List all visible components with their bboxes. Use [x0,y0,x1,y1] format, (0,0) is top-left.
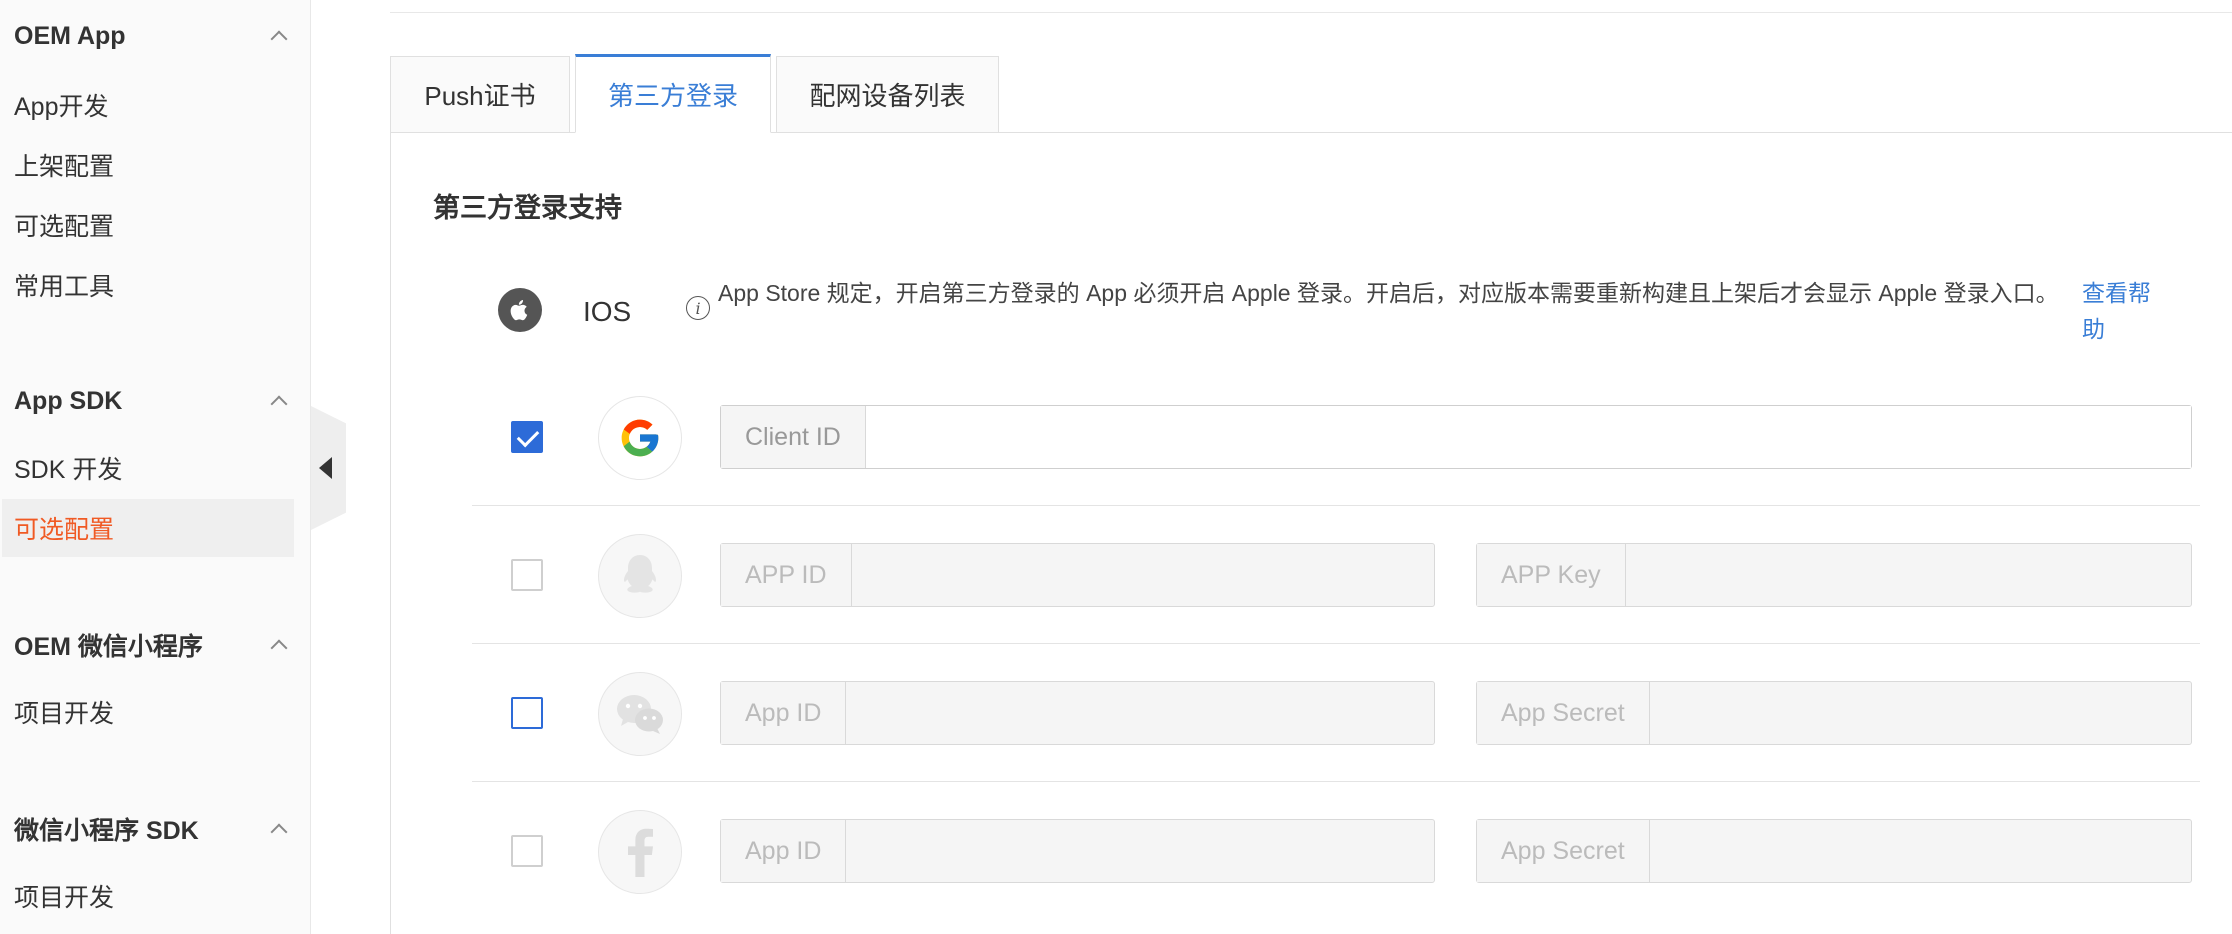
sidebar-group-app-sdk[interactable]: App SDK [0,376,311,426]
tab-third-party-login[interactable]: 第三方登录 [575,54,771,133]
qq-app-id-field[interactable]: APP ID [720,543,1435,607]
app-id-label: App ID [721,682,847,744]
tab-push-cert[interactable]: Push证书 [390,56,570,133]
chevron-up-icon[interactable] [270,395,288,413]
sidebar-group-title: 微信小程序 SDK [14,817,199,845]
sidebar-item-app-dev[interactable]: App开发 [2,76,294,134]
sidebar-item-project-dev[interactable]: 项目开发 [2,867,294,925]
wechat-app-secret-field[interactable]: App Secret [1476,681,2192,745]
google-icon [598,396,682,480]
sidebar-group-wechat-mini-sdk[interactable]: 微信小程序 SDK [0,804,311,854]
sidebar-group-title: App SDK [14,386,123,415]
sidebar-item-sdk-optional-config[interactable]: 可选配置 [2,499,294,557]
app-id-input[interactable] [852,544,1434,606]
sidebar-item-sdk-dev[interactable]: SDK 开发 [2,439,294,497]
row-divider [472,505,2200,506]
facebook-app-secret-field[interactable]: App Secret [1476,819,2192,883]
ios-notice-text: App Store 规定，开启第三方登录的 App 必须开启 Apple 登录。… [718,280,2059,306]
wechat-icon [598,672,682,756]
info-icon: i [686,296,710,320]
sidebar-group-title: OEM App [14,21,126,50]
row-divider [472,781,2200,782]
qq-app-key-field[interactable]: APP Key [1476,543,2192,607]
app-id-input[interactable] [846,682,1434,744]
app-id-label: App ID [721,820,847,882]
app-secret-input[interactable] [1650,820,2191,882]
client-id-label: Client ID [721,406,866,468]
sidebar-group-title: OEM 微信小程序 [14,633,203,661]
sidebar-item-project-dev[interactable]: 项目开发 [2,683,294,741]
app-id-label: APP ID [721,544,852,606]
chevron-up-icon[interactable] [270,823,288,841]
app-secret-input[interactable] [1650,682,2191,744]
wechat-app-id-field[interactable]: App ID [720,681,1435,745]
ios-label: IOS [583,296,632,327]
sidebar-group-oem-wechat-mini[interactable]: OEM 微信小程序 [0,620,311,670]
google-login-checkbox[interactable] [511,421,543,453]
divider [390,12,2232,13]
facebook-app-id-field[interactable]: App ID [720,819,1435,883]
apple-icon [498,288,542,332]
google-client-id-field[interactable]: Client ID [720,405,2192,469]
facebook-login-checkbox[interactable] [511,835,543,867]
app-secret-label: App Secret [1477,682,1650,744]
app-key-label: APP Key [1477,544,1626,606]
sidebar-item-listing-config[interactable]: 上架配置 [2,136,294,194]
tab-network-device-list[interactable]: 配网设备列表 [776,56,999,133]
app-id-input[interactable] [846,820,1434,882]
view-help-link[interactable]: 查看帮助 [2082,275,2172,347]
tab-panel [390,132,2232,934]
sidebar-collapse-handle[interactable] [311,406,346,530]
wechat-login-checkbox[interactable] [511,697,543,729]
caret-left-icon [319,457,332,479]
client-id-input[interactable] [865,406,2191,468]
row-divider [472,643,2200,644]
facebook-icon [598,810,682,894]
sidebar-item-optional-config[interactable]: 可选配置 [2,196,294,254]
qq-login-checkbox[interactable] [511,559,543,591]
sidebar-group-oem-app[interactable]: OEM App [0,11,311,61]
chevron-up-icon[interactable] [270,30,288,48]
app-key-input[interactable] [1626,544,2191,606]
section-title: 第三方登录支持 [433,193,622,223]
sidebar: OEM App App开发 上架配置 可选配置 常用工具 App SDK SDK… [0,0,311,934]
app-secret-label: App Secret [1477,820,1650,882]
qq-icon [598,534,682,618]
chevron-up-icon[interactable] [270,639,288,657]
sidebar-item-common-tools[interactable]: 常用工具 [2,256,294,314]
